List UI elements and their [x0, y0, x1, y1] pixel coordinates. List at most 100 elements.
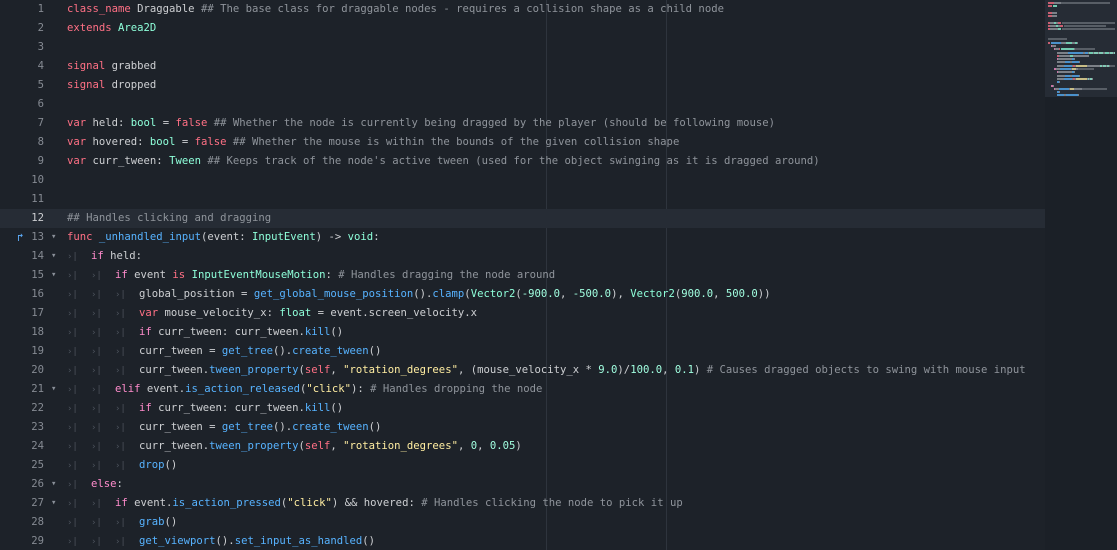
- code-line[interactable]: 28 ›| ›| ›| grab(): [0, 513, 1045, 532]
- code-line[interactable]: 6: [0, 95, 1045, 114]
- code-line[interactable]: 27 ▾ ›| ›| if event.is_action_pressed("click…: [0, 494, 1045, 513]
- code-line[interactable]: 21 ▾ ›| ›| elif event.is_action_released("cl…: [0, 380, 1045, 399]
- minimap-stroke: [1058, 21, 1061, 24]
- minimap-stroke: [1072, 61, 1079, 64]
- tab-indent-icon: ›|: [67, 442, 78, 452]
- code-text: ›| ›| ›| curr_tween.tween_property(self, "r…: [67, 437, 522, 457]
- minimap-stroke: [1057, 51, 1068, 54]
- function-override-icon[interactable]: ↱: [17, 228, 24, 247]
- code-line[interactable]: 26 ▾ ›| else:: [0, 475, 1045, 494]
- chevron-down-icon[interactable]: ▾: [51, 247, 61, 266]
- code-line[interactable]: 29 ›| ›| ›| get_viewport().set_input_as_hand…: [0, 532, 1045, 550]
- line-number: 18: [31, 326, 44, 338]
- code-token: :: [325, 269, 339, 281]
- chevron-down-icon[interactable]: ▾: [51, 475, 61, 494]
- code-token: Vector2: [470, 288, 516, 300]
- chevron-down-icon[interactable]: ▾: [51, 380, 61, 399]
- tab-indent-icon: ›|: [115, 442, 126, 452]
- code-token: ().: [272, 421, 293, 433]
- code-line[interactable]: 15 ▾ ›| ›| if event is InputEventMouseMotion…: [0, 266, 1045, 285]
- code-token: float: [279, 307, 312, 319]
- code-token: ,: [662, 364, 675, 376]
- code-token: (): [368, 345, 382, 357]
- minimap-stroke: [1078, 94, 1079, 97]
- code-line[interactable]: 11: [0, 190, 1045, 209]
- code-line[interactable]: 1 class_name Draggable ## The base class …: [0, 0, 1045, 19]
- tab-indent-icon: ›|: [67, 328, 78, 338]
- minimap-stroke: [1082, 87, 1107, 90]
- tab-indent-icon: ›|: [115, 423, 126, 433]
- code-token: grabbed: [105, 60, 157, 72]
- code-token: # Handles dropping the node: [370, 383, 543, 395]
- code-line[interactable]: 14 ▾ ›| if held:: [0, 247, 1045, 266]
- chevron-down-icon[interactable]: ▾: [51, 228, 61, 247]
- minimap[interactable]: [1045, 0, 1117, 550]
- minimap-stroke: [1060, 25, 1063, 28]
- tab-indent-icon: ›|: [91, 461, 102, 471]
- tab-indent-icon: ›|: [91, 442, 102, 452]
- minimap-stroke: [1054, 2, 1061, 4]
- code-token: ,: [330, 440, 344, 452]
- code-line[interactable]: 25 ›| ›| ›| drop(): [0, 456, 1045, 475]
- code-token: ): [693, 364, 707, 376]
- line-number: 19: [31, 345, 44, 357]
- line-number: 28: [31, 516, 44, 528]
- minimap-stroke: [1114, 51, 1115, 54]
- chevron-down-icon[interactable]: ▾: [51, 494, 61, 513]
- code-line[interactable]: 9 var curr_tween: Tween ## Keeps track of…: [0, 152, 1045, 171]
- code-text: ›| else:: [67, 475, 123, 495]
- tab-indent-icon: ›|: [115, 328, 126, 338]
- line-number: 5: [37, 79, 44, 91]
- code-line[interactable]: 2 extends Area2D: [0, 19, 1045, 38]
- code-token: elif: [115, 383, 141, 395]
- tab-indent-icon: ›|: [91, 328, 102, 338]
- code-line[interactable]: 19 ›| ›| ›| curr_tween = get_tree().create_t…: [0, 342, 1045, 361]
- code-text: ## Handles clicking and dragging: [67, 209, 271, 228]
- code-line[interactable]: 12 ## Handles clicking and dragging: [0, 209, 1045, 228]
- code-text: ›| ›| elif event.is_action_released("click…: [67, 380, 542, 400]
- code-token: 0.05: [489, 440, 516, 452]
- chevron-down-icon[interactable]: ▾: [51, 266, 61, 285]
- code-line[interactable]: 17 ›| ›| ›| var mouse_velocity_x: float = ev…: [0, 304, 1045, 323]
- code-line[interactable]: 5 signal dropped: [0, 76, 1045, 95]
- code-text: ›| ›| ›| curr_tween = get_tree().create_twe…: [67, 342, 381, 362]
- minimap-stroke: [1057, 94, 1064, 97]
- line-number: 4: [37, 60, 44, 72]
- code-token: clamp: [432, 288, 465, 300]
- code-line[interactable]: 13 ↱ ▾ func _unhandled_input(event: InputEv…: [0, 228, 1045, 247]
- code-token: )): [757, 288, 771, 300]
- code-line[interactable]: 3: [0, 38, 1045, 57]
- code-line[interactable]: 16 ›| ›| ›| global_position = get_global_mou…: [0, 285, 1045, 304]
- code-token: ): [515, 440, 522, 452]
- tab-indent-icon: ›|: [67, 518, 78, 528]
- line-number: 24: [31, 440, 44, 452]
- line-number: 21: [31, 383, 44, 395]
- code-token: if: [139, 326, 152, 338]
- code-line[interactable]: 10: [0, 171, 1045, 190]
- code-token: InputEventMouseMotion: [191, 269, 326, 281]
- code-token: ## Keeps track of the node's active twee…: [207, 155, 820, 167]
- code-token: Draggable: [130, 3, 201, 15]
- code-token: ().: [272, 345, 293, 357]
- code-token: var: [67, 155, 87, 167]
- code-line[interactable]: 22 ›| ›| ›| if curr_tween: curr_tween.kill(): [0, 399, 1045, 418]
- line-number: 27: [31, 497, 44, 509]
- code-line[interactable]: 7 var held: bool = false ## Whether the n…: [0, 114, 1045, 133]
- code-line[interactable]: 4 signal grabbed: [0, 57, 1045, 76]
- code-token: get_global_mouse_position: [253, 288, 414, 300]
- code-text: var curr_tween: Tween ## Keeps track of …: [67, 152, 820, 171]
- code-token: event.: [140, 383, 186, 395]
- minimap-stroke: [1062, 28, 1115, 31]
- code-token: extends: [67, 22, 112, 34]
- code-token: "rotation_degrees": [343, 440, 458, 452]
- code-line[interactable]: 18 ›| ›| ›| if curr_tween: curr_tween.kill(): [0, 323, 1045, 342]
- code-text: ›| ›| ›| curr_tween = get_tree().create_twe…: [67, 418, 381, 438]
- code-line[interactable]: 20 ›| ›| ›| curr_tween.tween_property(self, …: [0, 361, 1045, 380]
- code-token: curr_tween:: [86, 155, 170, 167]
- line-number: 12: [31, 212, 44, 224]
- code-line[interactable]: 24 ›| ›| ›| curr_tween.tween_property(self, …: [0, 437, 1045, 456]
- code-line[interactable]: 8 var hovered: bool = false ## Whether th…: [0, 133, 1045, 152]
- code-token: ,: [457, 440, 471, 452]
- code-line[interactable]: 23 ›| ›| ›| curr_tween = get_tree().create_t…: [0, 418, 1045, 437]
- code-editor[interactable]: 1 class_name Draggable ## The base class …: [0, 0, 1045, 550]
